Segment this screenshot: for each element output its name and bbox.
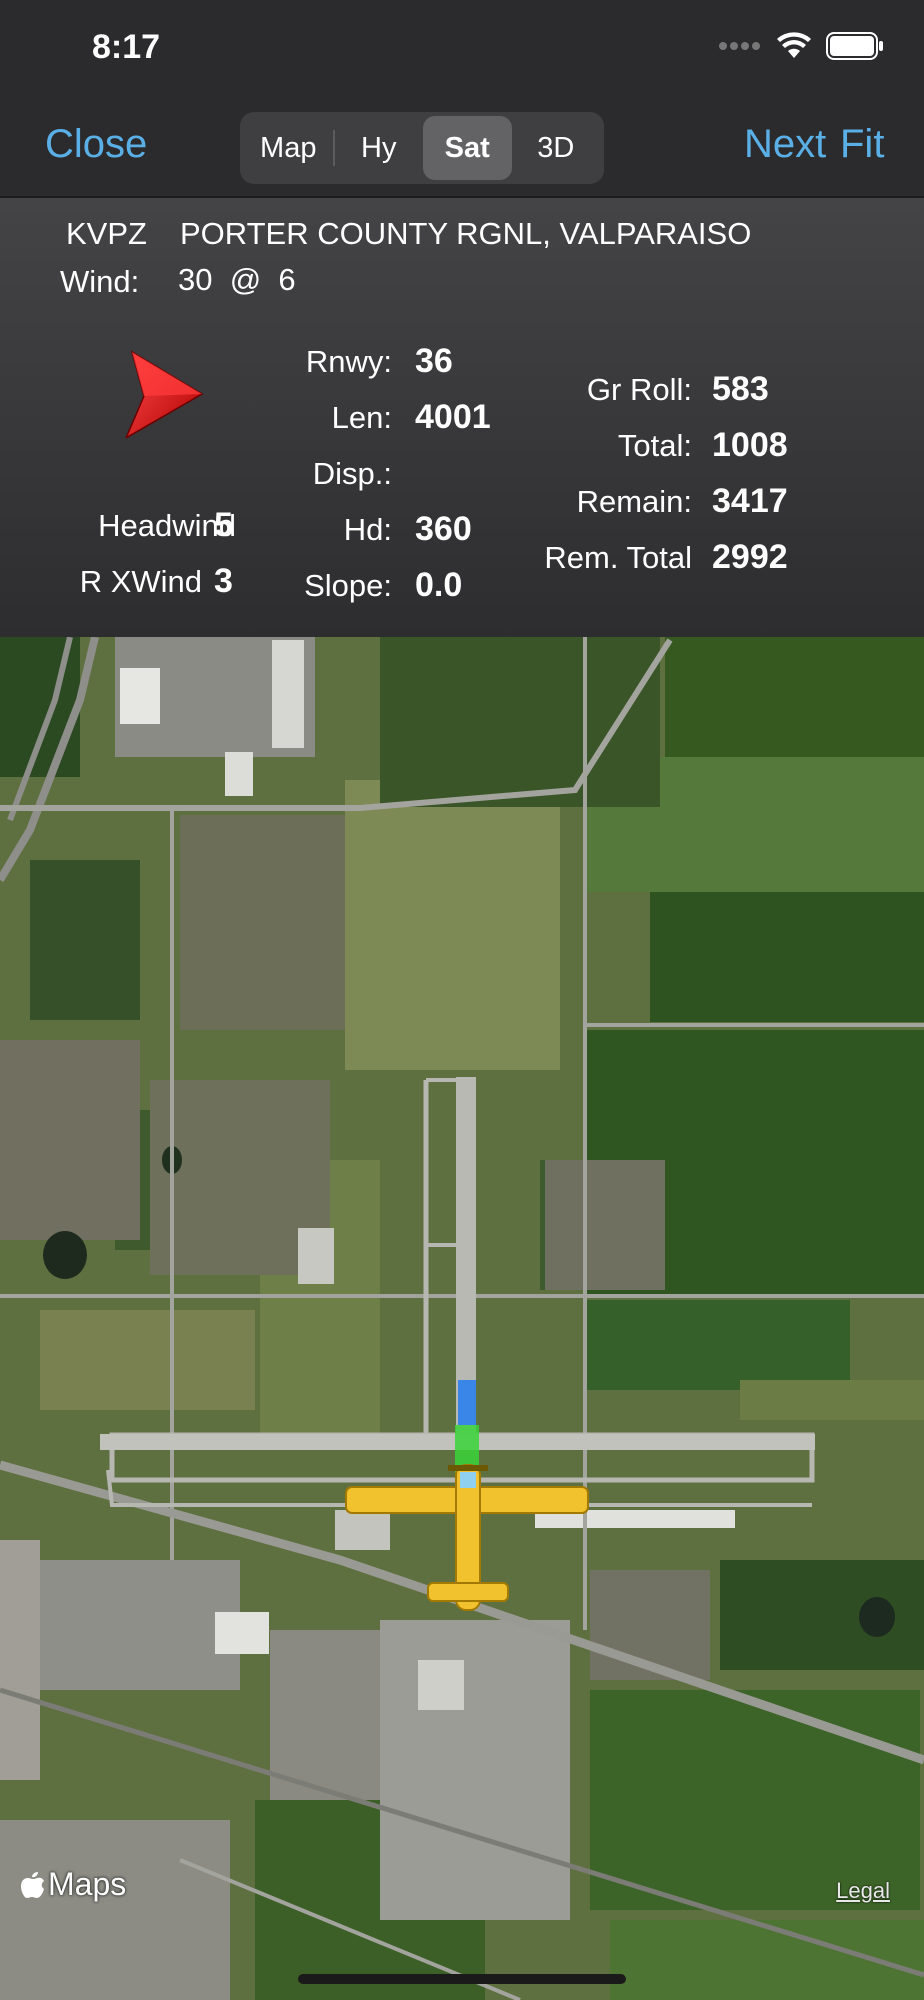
wind-label: Wind:	[60, 264, 140, 299]
displaced-threshold-label: Disp.:	[312, 456, 392, 491]
slope-value: 0.0	[415, 566, 463, 604]
building	[120, 668, 160, 724]
runway-label: Rnwy:	[305, 344, 392, 379]
building	[225, 752, 253, 796]
status-bar: 8:17	[0, 0, 924, 100]
farm-field	[590, 1690, 920, 1910]
length-label: Len:	[331, 400, 392, 435]
next-button[interactable]: Next	[744, 122, 826, 167]
wifi-icon	[777, 32, 811, 58]
satellite-imagery[interactable]	[0, 637, 924, 2000]
apple-logo-icon	[21, 1871, 44, 1898]
home-indicator[interactable]	[298, 1974, 626, 1984]
map-type-segmented-control: Map Hy Sat 3D	[240, 112, 604, 184]
building	[215, 1612, 269, 1654]
industrial-area	[380, 1620, 570, 1920]
heading-label: Hd:	[343, 512, 392, 547]
segment-hybrid[interactable]: Hy	[335, 116, 424, 180]
xwind-label: R XWind	[79, 564, 202, 599]
runway-value: 36	[415, 342, 453, 380]
total-distance-value: 1008	[712, 426, 788, 464]
farm-field	[40, 1310, 255, 1410]
industrial-area	[270, 1630, 380, 1800]
ground-roll-value: 583	[712, 370, 769, 408]
tree-area	[30, 860, 140, 1020]
wind-direction-arrow-icon	[125, 350, 204, 438]
airport-name: PORTER COUNTY RGNL, VALPARAISO	[180, 216, 752, 251]
building	[418, 1660, 464, 1710]
residential-area	[180, 815, 345, 1030]
pond	[859, 1597, 895, 1637]
airport-code: KVPZ	[66, 216, 147, 251]
segment-3d[interactable]: 3D	[512, 116, 601, 180]
industrial-area	[0, 1820, 230, 2000]
battery-icon	[826, 32, 883, 60]
total-distance-label: Total:	[617, 428, 692, 463]
apple-maps-attribution: Maps	[20, 1866, 126, 1903]
ground-roll-bar	[458, 1380, 476, 1425]
status-icons	[718, 32, 884, 60]
remaining-total-value: 2992	[712, 538, 788, 576]
xwind-value: 3	[214, 562, 233, 600]
farm-field	[665, 637, 924, 757]
building	[298, 1228, 334, 1284]
remaining-label: Remain:	[576, 484, 692, 519]
farm-field	[740, 1380, 924, 1420]
cellular-signal-icon	[719, 42, 760, 50]
fit-button[interactable]: Fit	[840, 122, 884, 167]
wind-value: 30 @ 6	[178, 262, 296, 297]
runway-info-panel: KVPZ PORTER COUNTY RGNL, VALPARAISO Wind…	[0, 196, 924, 640]
farm-field	[345, 780, 560, 1070]
legal-link[interactable]: Legal	[836, 1878, 890, 1904]
residential-area	[545, 1160, 665, 1290]
headwind-label: Headwind	[98, 508, 236, 543]
segment-satellite[interactable]: Sat	[423, 116, 512, 180]
status-time: 8:17	[92, 28, 161, 66]
hangar	[335, 1510, 390, 1550]
farm-field	[585, 1300, 850, 1390]
farm-field	[650, 892, 924, 1022]
quarry-area	[0, 1540, 40, 1780]
residential-area	[0, 1040, 140, 1240]
close-button[interactable]: Close	[45, 122, 147, 167]
ground-roll-label: Gr Roll:	[586, 372, 692, 407]
industrial-area	[40, 1560, 240, 1690]
length-value: 4001	[415, 398, 491, 436]
satellite-map[interactable]	[0, 637, 924, 2000]
slope-label: Slope:	[304, 568, 392, 603]
building	[272, 640, 304, 748]
navigation-bar: Close Map Hy Sat 3D Next Fit	[0, 100, 924, 196]
pond	[43, 1231, 87, 1279]
segment-map[interactable]: Map	[244, 116, 333, 180]
remaining-value: 3417	[712, 482, 788, 520]
maps-label: Maps	[48, 1866, 127, 1902]
remaining-total-label: Rem. Total	[544, 540, 692, 575]
heading-value: 360	[415, 510, 472, 548]
headwind-value: 5	[214, 506, 233, 544]
